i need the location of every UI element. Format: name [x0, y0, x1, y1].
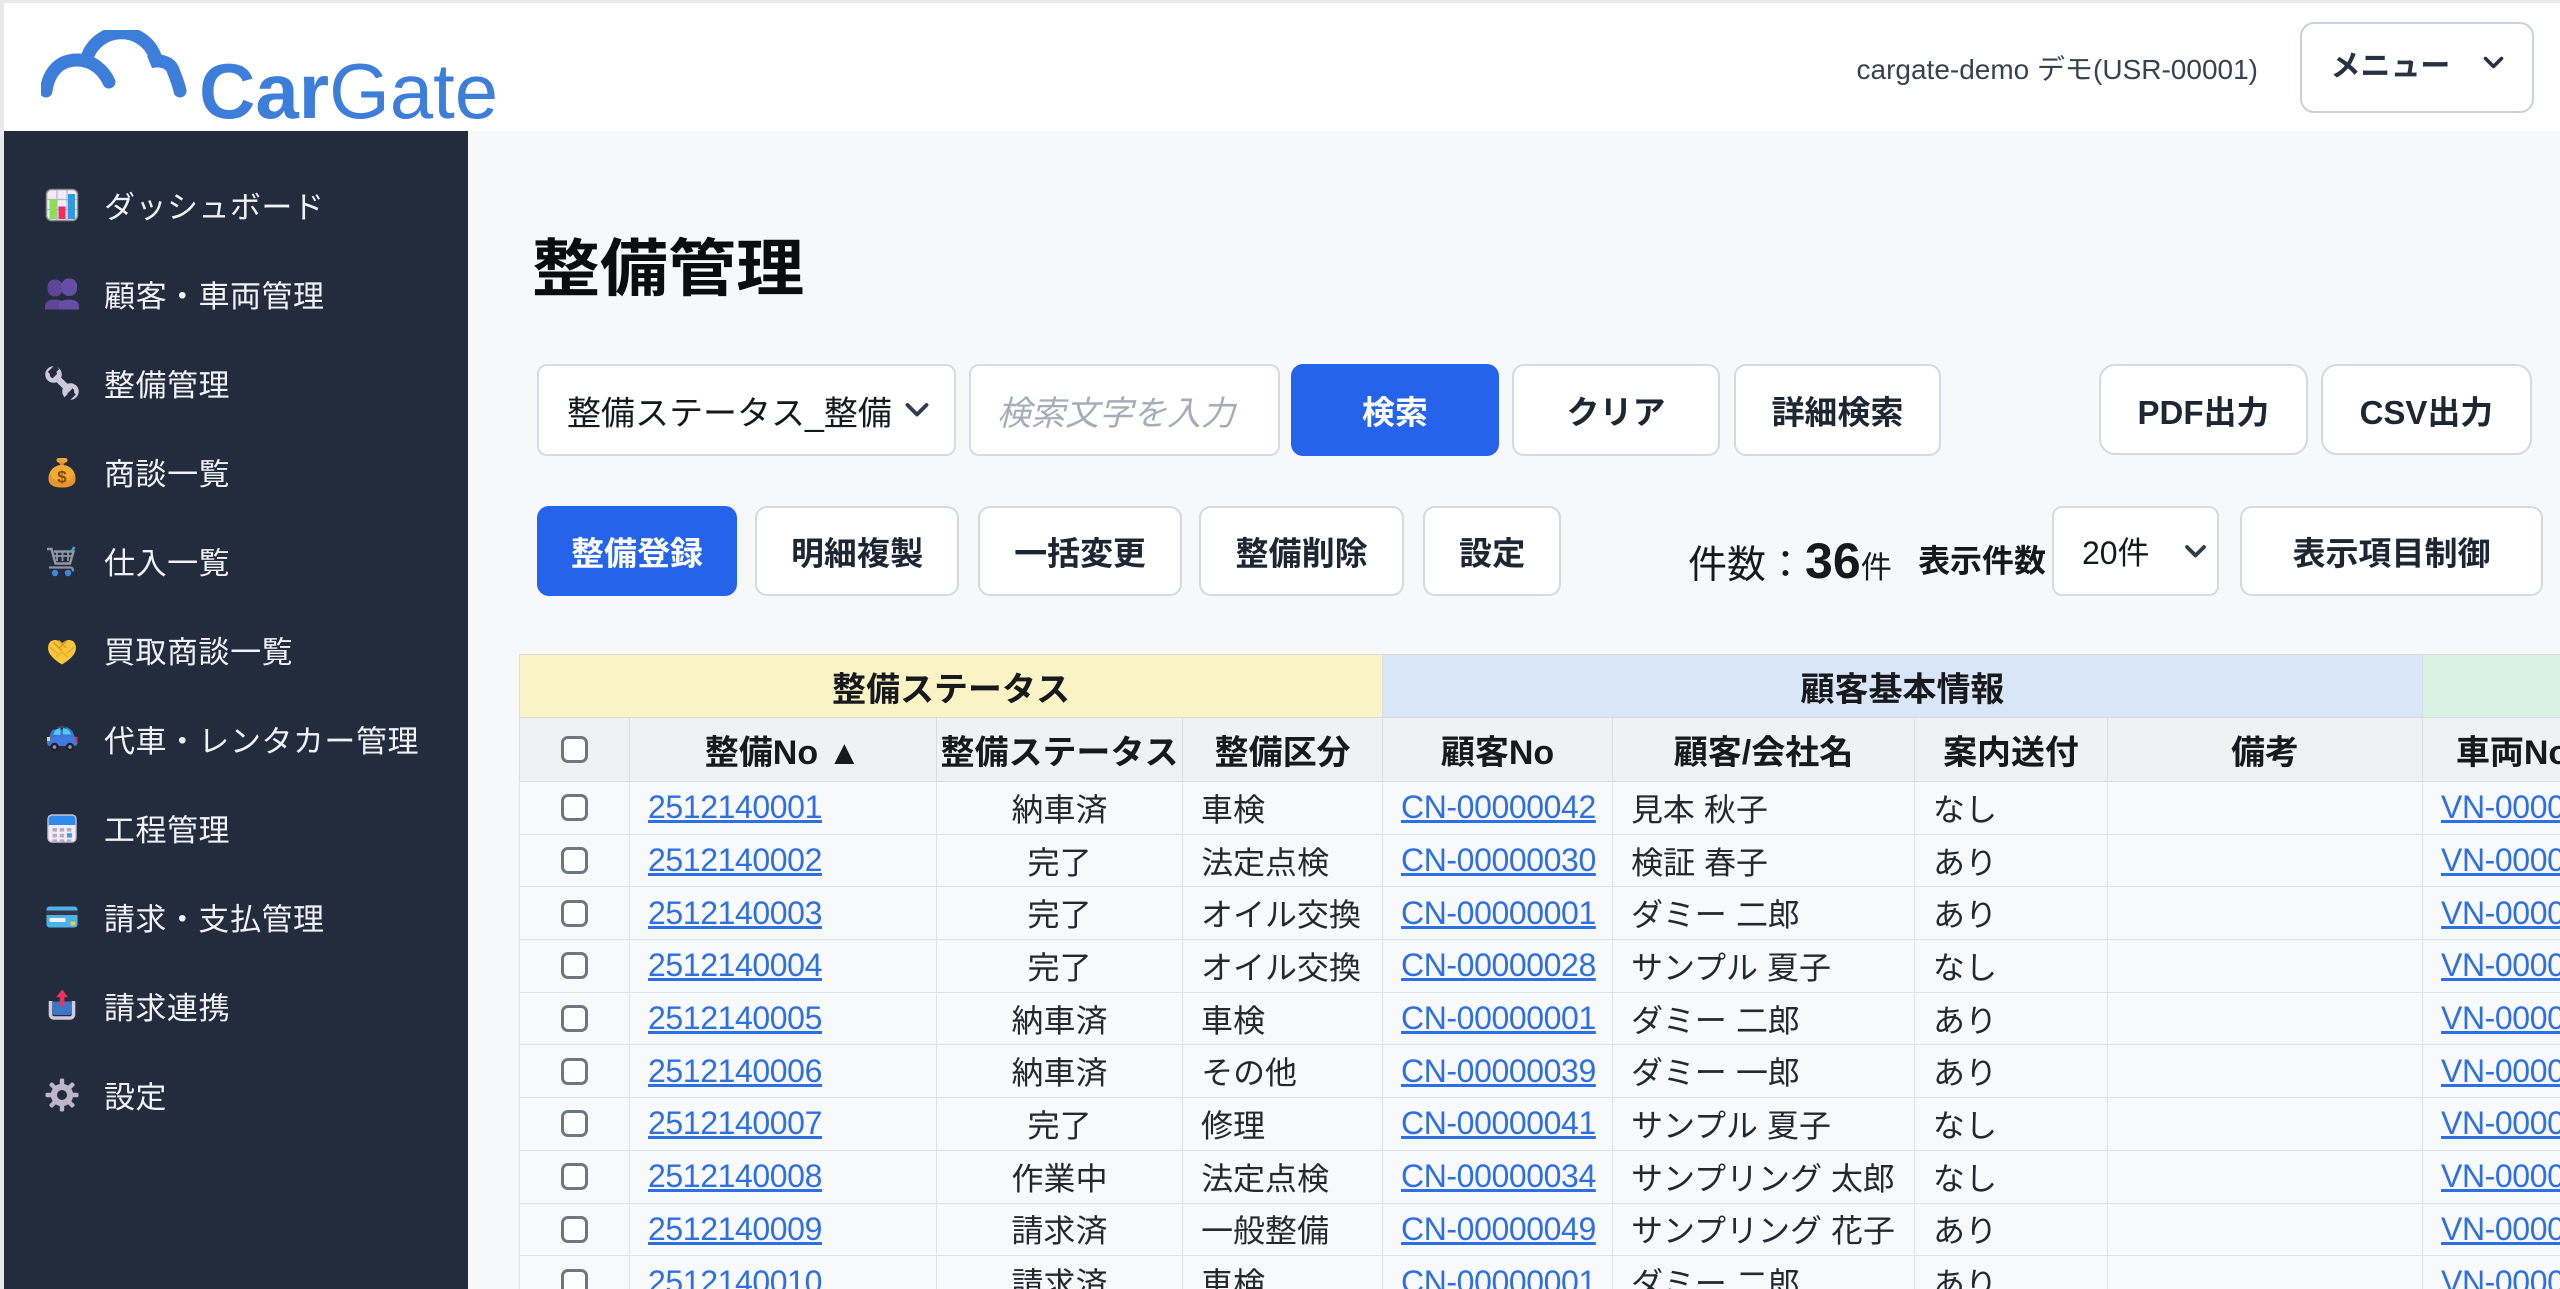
- svg-text:$: $: [57, 467, 67, 486]
